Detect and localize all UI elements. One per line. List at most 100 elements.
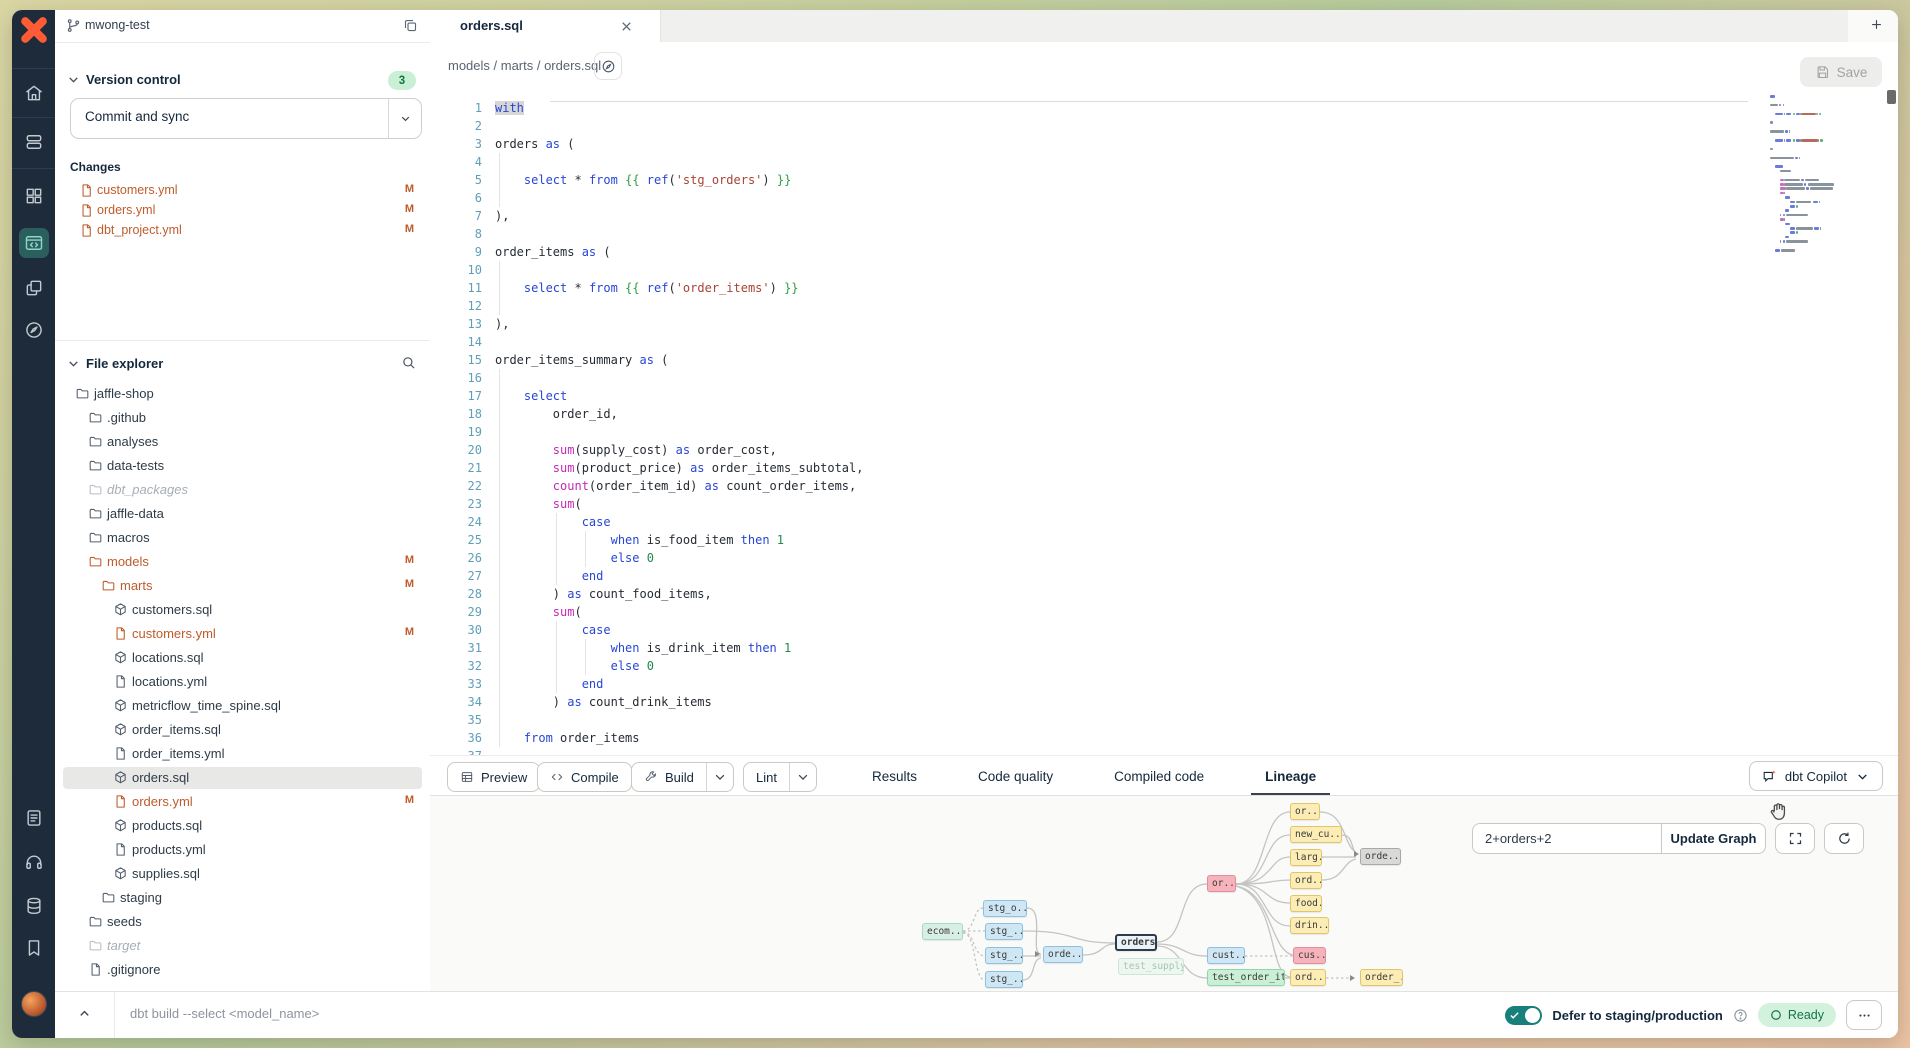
file-tree-item--gitignore[interactable]: .gitignore (55, 959, 430, 983)
code-line-36[interactable]: 36 from order_items (430, 729, 1898, 747)
open-in-explore-icon[interactable] (594, 52, 622, 80)
file-tree-item-locations-sql[interactable]: locations.sql (55, 647, 430, 671)
defer-toggle[interactable] (1505, 1006, 1542, 1025)
code-editor[interactable]: 1with23orders as (45 select * from {{ re… (430, 90, 1898, 755)
lineage-node-stg[interactable]: stg_.... (985, 923, 1023, 940)
file-tree-item-customers-yml[interactable]: customers.ymlM (55, 623, 430, 647)
code-line-8[interactable]: 8 (430, 225, 1898, 243)
lineage-node-larg[interactable]: larg... (1290, 849, 1322, 866)
command-input[interactable]: dbt build --select <model_name> (130, 1006, 319, 1021)
support-icon[interactable] (23, 851, 45, 873)
changed-file-row[interactable]: orders.ymlM (55, 201, 430, 221)
tab-orders-sql[interactable]: orders.sql (430, 10, 661, 42)
lineage-node-cust[interactable]: cust... (1207, 947, 1245, 964)
lineage-node-ord[interactable]: ord... (1290, 969, 1326, 986)
file-tree-item-models[interactable]: modelsM (55, 551, 430, 575)
deploy-icon[interactable] (23, 131, 45, 153)
code-line-7[interactable]: 7), (430, 207, 1898, 225)
changed-file-row[interactable]: customers.ymlM (55, 181, 430, 201)
search-icon[interactable] (401, 355, 416, 370)
code-line-9[interactable]: 9order_items as ( (430, 243, 1898, 261)
bookmark-icon[interactable] (23, 937, 45, 959)
lineage-node-or[interactable]: or... (1207, 875, 1236, 892)
file-tree-item-products-sql[interactable]: products.sql (55, 815, 430, 839)
lint-options-chevron[interactable] (789, 763, 816, 791)
file-tree-item-staging[interactable]: staging (55, 887, 430, 911)
close-tab-icon[interactable] (619, 19, 634, 34)
chevron-up-icon[interactable] (77, 1006, 92, 1021)
code-line-17[interactable]: 17 select (430, 387, 1898, 405)
code-line-28[interactable]: 28 ) as count_food_items, (430, 585, 1898, 603)
code-line-16[interactable]: 16 (430, 369, 1898, 387)
file-tree-item-order-items-sql[interactable]: order_items.sql (55, 719, 430, 743)
lineage-node-cus[interactable]: cus.... (1293, 947, 1326, 964)
editor-scrollbar[interactable] (1887, 88, 1896, 688)
code-line-13[interactable]: 13), (430, 315, 1898, 333)
code-line-30[interactable]: 30 case (430, 621, 1898, 639)
file-tree-item-metricflow-time-spine-sql[interactable]: metricflow_time_spine.sql (55, 695, 430, 719)
file-tree-item-data-tests[interactable]: data-tests (55, 455, 430, 479)
lineage-node-testorderit[interactable]: test_order_it... (1207, 969, 1285, 986)
code-line-37[interactable]: 37 (430, 747, 1898, 755)
commit-options-chevron[interactable] (388, 99, 421, 138)
lineage-node-food[interactable]: food... (1290, 895, 1322, 912)
explore-icon[interactable] (23, 319, 45, 341)
file-tree-item--github[interactable]: .github (55, 407, 430, 431)
file-tree-item-jaffle-data[interactable]: jaffle-data (55, 503, 430, 527)
help-icon[interactable] (1733, 1008, 1748, 1023)
file-tree-item-locations-yml[interactable]: locations.yml (55, 671, 430, 695)
file-tree-item-orders-sql[interactable]: orders.sql (55, 767, 430, 791)
more-options-button[interactable] (1846, 1000, 1882, 1030)
tab-lineage[interactable]: Lineage (1251, 756, 1330, 796)
status-badge[interactable]: Ready (1758, 1003, 1836, 1027)
lineage-node-orde[interactable]: orde.... (1360, 848, 1401, 865)
editor-icon[interactable] (19, 228, 49, 258)
refresh-button[interactable] (1824, 823, 1864, 854)
copy-icon[interactable] (403, 18, 418, 33)
changed-file-row[interactable]: dbt_project.ymlM (55, 221, 430, 241)
lineage-node-stg[interactable]: stg_.... (985, 947, 1023, 964)
version-control-header[interactable]: Version control (67, 72, 181, 87)
preview-button[interactable]: Preview (447, 762, 540, 792)
code-line-26[interactable]: 26 else 0 (430, 549, 1898, 567)
build-options-chevron[interactable] (706, 763, 733, 791)
lineage-node-order[interactable]: order_.... (1360, 969, 1403, 986)
file-tree-item-macros[interactable]: macros (55, 527, 430, 551)
build-button[interactable]: Build (631, 762, 734, 792)
lineage-node-orde[interactable]: orde.... (1043, 946, 1083, 963)
code-line-29[interactable]: 29 sum( (430, 603, 1898, 621)
code-line-32[interactable]: 32 else 0 (430, 657, 1898, 675)
lineage-node-or[interactable]: or.... (1290, 803, 1320, 820)
code-line-27[interactable]: 27 end (430, 567, 1898, 585)
lineage-node-drin[interactable]: drin.... (1290, 917, 1329, 934)
code-line-34[interactable]: 34 ) as count_drink_items (430, 693, 1898, 711)
update-graph-button[interactable]: Update Graph (1662, 823, 1766, 854)
fullscreen-button[interactable] (1775, 823, 1815, 854)
database-icon[interactable] (23, 895, 45, 917)
tab-compiled-code[interactable]: Compiled code (1100, 756, 1218, 796)
file-tree-item-orders-yml[interactable]: orders.ymlM (55, 791, 430, 815)
lineage-panel[interactable]: ecom....stg_o....stg_....stg_....stg_...… (430, 795, 1898, 993)
code-line-2[interactable]: 2 (430, 117, 1898, 135)
code-line-14[interactable]: 14 (430, 333, 1898, 351)
tasks-icon[interactable] (23, 807, 45, 829)
commit-and-sync-button[interactable]: Commit and sync (70, 98, 422, 139)
code-line-33[interactable]: 33 end (430, 675, 1898, 693)
code-line-12[interactable]: 12 (430, 297, 1898, 315)
save-button[interactable]: Save (1800, 57, 1882, 87)
lineage-node-stg[interactable]: stg_.... (985, 971, 1023, 988)
tab-results[interactable]: Results (858, 756, 931, 796)
code-line-4[interactable]: 4 (430, 153, 1898, 171)
code-line-10[interactable]: 10 (430, 261, 1898, 279)
file-tree-item-customers-sql[interactable]: customers.sql (55, 599, 430, 623)
code-line-25[interactable]: 25 when is_food_item then 1 (430, 531, 1898, 549)
code-line-31[interactable]: 31 when is_drink_item then 1 (430, 639, 1898, 657)
lineage-node-orders[interactable]: orders (1115, 934, 1157, 951)
lineage-node-ecom[interactable]: ecom.... (922, 923, 963, 940)
file-tree-item-target[interactable]: target (55, 935, 430, 959)
tab-code-quality[interactable]: Code quality (964, 756, 1067, 796)
lineage-node-testsupply[interactable]: test_supply... (1118, 958, 1184, 975)
file-tree-item-products-yml[interactable]: products.yml (55, 839, 430, 863)
code-line-22[interactable]: 22 count(order_item_id) as count_order_i… (430, 477, 1898, 495)
code-line-1[interactable]: 1with (430, 99, 1898, 117)
